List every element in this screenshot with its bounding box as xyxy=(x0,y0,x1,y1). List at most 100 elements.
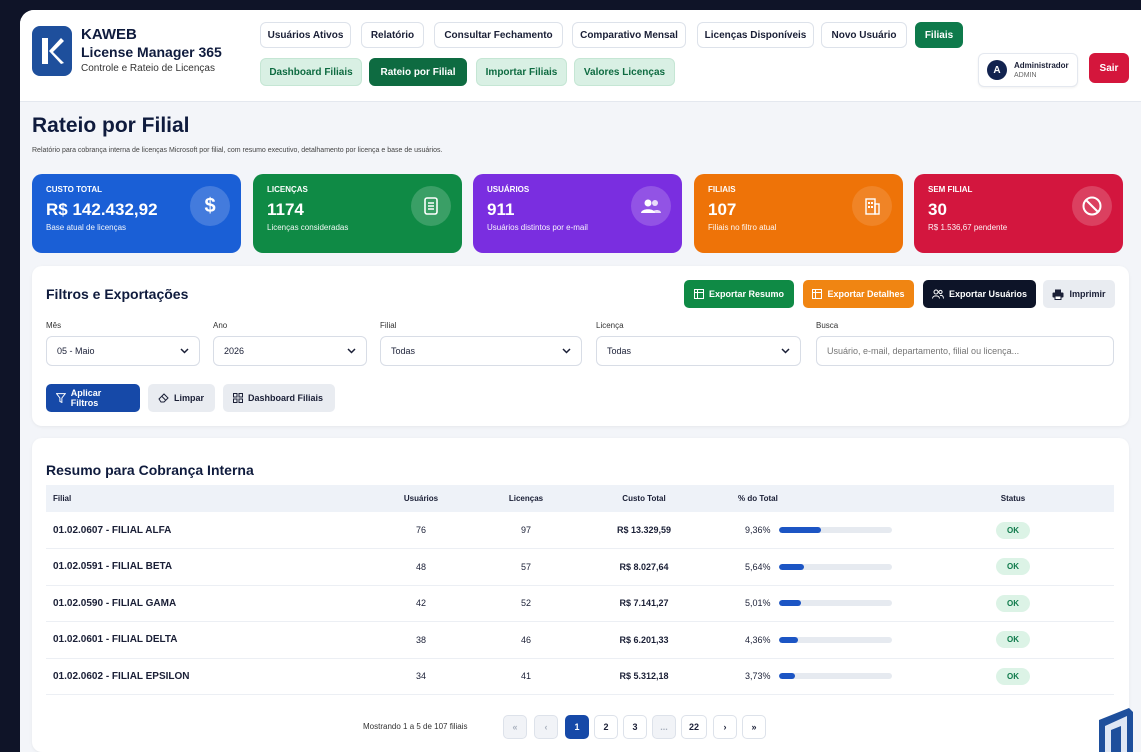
cell-licencas: 52 xyxy=(476,585,576,622)
nav-comparativo-mensal[interactable]: Comparativo Mensal xyxy=(572,22,686,48)
print-button[interactable]: Imprimir xyxy=(1043,280,1115,308)
cell-custo: R$ 8.027,64 xyxy=(576,548,712,586)
nav-dashboard-filiais[interactable]: Dashboard Filiais xyxy=(260,58,362,86)
branch-value: Todas xyxy=(391,346,416,356)
page-button-1[interactable]: 1 xyxy=(565,715,589,739)
prev-page-button[interactable]: ‹ xyxy=(534,715,558,739)
cell-pct: 5,64% xyxy=(712,548,912,586)
page-subtitle: Relatório para cobrança interna de licen… xyxy=(32,147,443,154)
table-row[interactable]: 01.02.0591 - FILIAL BETA 48 57 R$ 8.027,64 5… xyxy=(46,548,1114,586)
export-details-button[interactable]: Exportar Detalhes xyxy=(803,280,914,308)
user-menu[interactable]: A Administrador ADMIN xyxy=(978,53,1078,87)
brand-name: KAWEB xyxy=(81,26,137,43)
building-icon xyxy=(852,186,892,226)
license-select[interactable]: Todas xyxy=(596,336,801,366)
nav-rateio-por-filial[interactable]: Rateio por Filial xyxy=(369,58,467,86)
status-badge: OK xyxy=(996,521,1030,539)
last-page-button[interactable]: » xyxy=(742,715,766,739)
page-button-22[interactable]: 22 xyxy=(681,715,707,739)
first-page-button[interactable]: « xyxy=(503,715,527,739)
next-page-button[interactable]: › xyxy=(713,715,737,739)
pct-bar-fill xyxy=(778,636,799,643)
nav-relatorio[interactable]: Relatório xyxy=(361,22,424,48)
pct-text: 4,36% xyxy=(745,634,771,645)
year-select[interactable]: 2026 xyxy=(213,336,367,366)
export-summary-label: Exportar Resumo xyxy=(708,289,785,299)
cell-pct: 5,01% xyxy=(712,585,912,622)
page-button-2[interactable]: 2 xyxy=(594,715,618,739)
cell-filial: 01.02.0607 - FILIAL ALFA xyxy=(46,512,366,549)
chevron-down-icon xyxy=(562,348,571,354)
clear-button[interactable]: Limpar xyxy=(148,384,215,412)
watermark-logo xyxy=(1099,708,1133,752)
nav-usuarios-ativos[interactable]: Usuários Ativos xyxy=(260,22,351,48)
kpi-card-custo-total: CUSTO TOTAL R$ 142.432,92 Base atual de … xyxy=(32,174,241,253)
pct-text: 3,73% xyxy=(745,671,771,682)
spreadsheet-icon xyxy=(812,289,823,299)
kpi-card-usuarios: USUÁRIOS 911 Usuários distintos por e-ma… xyxy=(473,174,682,253)
user-role: ADMIN xyxy=(1014,72,1037,79)
avatar: A xyxy=(987,60,1007,80)
nav-filiais[interactable]: Filiais xyxy=(915,22,963,48)
col-custo-total: Custo Total xyxy=(622,494,666,503)
pct-bar xyxy=(778,600,892,607)
pct-bar-fill xyxy=(778,527,821,533)
cell-pct: 9,36% xyxy=(712,512,912,549)
pct-bar xyxy=(778,636,892,643)
kpi-card-filiais: FILIAIS 107 Filiais no filtro atual xyxy=(694,174,903,253)
summary-table: Filial Usuários Licenças Custo Total % d… xyxy=(46,485,1114,695)
nav-licencas-disponiveis[interactable]: Licenças Disponíveis xyxy=(697,22,814,48)
cell-custo: R$ 5.312,18 xyxy=(576,658,712,695)
cell-status: OK xyxy=(912,585,1114,622)
pct-text: 5,01% xyxy=(745,598,771,609)
cell-filial: 01.02.0591 - FILIAL BETA xyxy=(46,548,366,586)
filters-title: Filtros e Exportações xyxy=(46,286,189,302)
license-value: Todas xyxy=(607,346,632,356)
pct-bar xyxy=(778,673,892,680)
cell-pct: 3,73% xyxy=(712,658,912,695)
license-label: Licença xyxy=(596,321,624,330)
export-summary-button[interactable]: Exportar Resumo xyxy=(684,280,794,308)
brand: KAWEB License Manager 365 Controle e Rat… xyxy=(81,26,222,74)
table-row[interactable]: 01.02.0590 - FILIAL GAMA 42 52 R$ 7.141,27 5… xyxy=(46,585,1114,622)
pagination-info: Mostrando 1 a 5 de 107 filiais xyxy=(363,722,468,731)
month-select[interactable]: 05 - Maio xyxy=(46,336,200,366)
nav-novo-usuario[interactable]: Novo Usuário xyxy=(821,22,907,48)
page-title: Rateio por Filial xyxy=(32,114,190,137)
table-row[interactable]: 01.02.0601 - FILIAL DELTA 38 46 R$ 6.201,33… xyxy=(46,621,1114,659)
nav-importar-filiais[interactable]: Importar Filiais xyxy=(476,58,567,86)
table-header-row: Filial Usuários Licenças Custo Total % d… xyxy=(46,485,1114,512)
cell-status: OK xyxy=(912,512,1114,549)
col-filial: Filial xyxy=(53,494,72,503)
cell-licencas: 46 xyxy=(476,621,576,659)
col-pct-total: % do Total xyxy=(738,494,778,503)
branch-select[interactable]: Todas xyxy=(380,336,582,366)
ban-icon xyxy=(1072,186,1112,226)
table-row[interactable]: 01.02.0607 - FILIAL ALFA 76 97 R$ 13.329,59… xyxy=(46,512,1114,549)
logout-button[interactable]: Sair xyxy=(1089,53,1129,83)
cell-status: OK xyxy=(912,658,1114,695)
document-icon xyxy=(411,186,451,226)
nav-valores-licencas[interactable]: Valores Licenças xyxy=(574,58,675,86)
apply-filters-button[interactable]: Aplicar Filtros xyxy=(46,384,140,412)
table-row[interactable]: 01.02.0602 - FILIAL EPSILON 34 41 R$ 5.312,… xyxy=(46,658,1114,695)
page-button-3[interactable]: 3 xyxy=(623,715,647,739)
users-icon xyxy=(931,289,944,299)
export-users-label: Exportar Usuários xyxy=(948,289,1028,299)
filters-panel: Filtros e Exportações Exportar Resumo Ex… xyxy=(32,266,1129,426)
user-name: Administrador xyxy=(1014,61,1069,70)
export-users-button[interactable]: Exportar Usuários xyxy=(923,280,1036,308)
print-label: Imprimir xyxy=(1069,289,1106,299)
search-label: Busca xyxy=(816,321,839,330)
status-badge: OK xyxy=(996,594,1030,612)
kpi-sub: Usuários distintos por e-mail xyxy=(487,223,588,232)
cell-usuarios: 76 xyxy=(366,512,476,549)
page-ellipsis: ... xyxy=(652,715,676,739)
month-label: Mês xyxy=(46,321,62,330)
dashboard-filiais-button[interactable]: Dashboard Filiais xyxy=(223,384,335,412)
search-input[interactable] xyxy=(816,336,1114,366)
month-value: 05 - Maio xyxy=(57,346,95,356)
status-badge: OK xyxy=(996,667,1030,685)
nav-consultar-fechamento[interactable]: Consultar Fechamento xyxy=(434,22,563,48)
eraser-icon xyxy=(158,393,169,403)
